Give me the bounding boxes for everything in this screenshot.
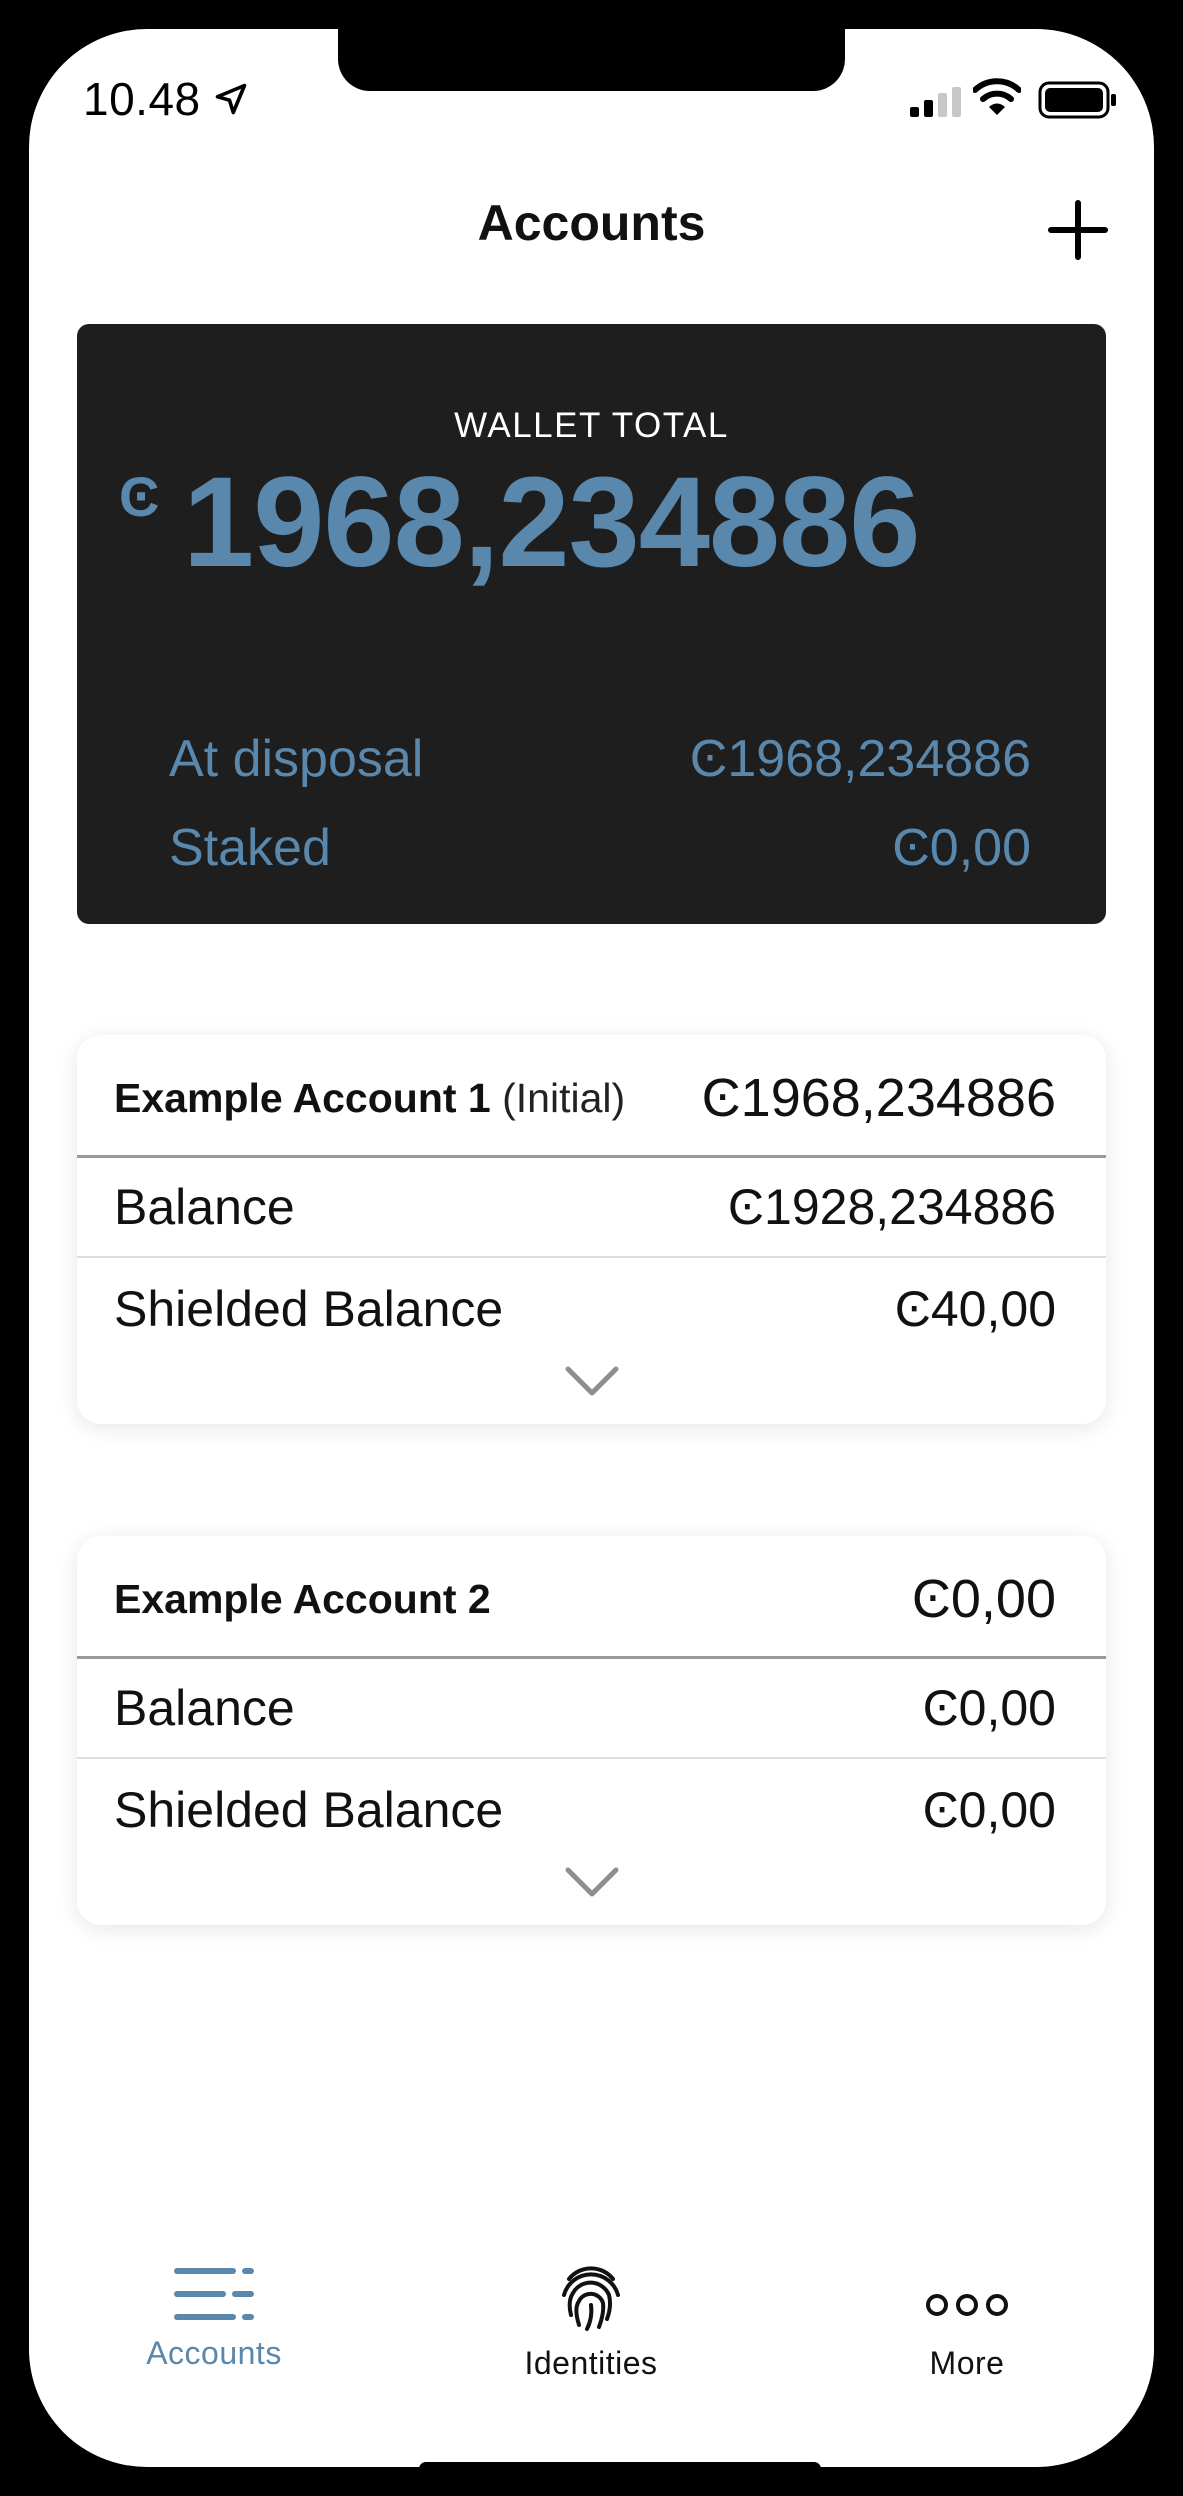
tab-more-label: More <box>929 2345 1005 2381</box>
shielded-balance-row: Shielded Balance Ͼ40,00 <box>77 1258 1106 1358</box>
chevron-down-icon[interactable] <box>564 1365 620 1397</box>
home-indicator[interactable] <box>419 2462 821 2467</box>
tab-accounts-label: Accounts <box>146 2335 282 2371</box>
cellular-signal-icon <box>910 87 961 117</box>
shielded-balance-label: Shielded Balance <box>114 1281 504 1337</box>
account-name-text: Example Account 2 <box>114 1576 491 1622</box>
staked-value: Ͼ0,00 <box>892 819 1031 877</box>
at-disposal-label: At disposal <box>169 730 424 788</box>
balance-row: Balance Ͼ0,00 <box>77 1657 1106 1759</box>
status-time: 10.48 <box>83 73 201 125</box>
account-name-text: Example Account 1 <box>114 1075 491 1121</box>
phone-screen: 10.48 Accounts WALLET TOTAL Ͼ 1968,23488… <box>29 29 1154 2467</box>
page-title: Accounts <box>477 195 706 251</box>
account-total: Ͼ1968,234886 <box>701 1068 1056 1128</box>
shielded-balance-value: Ͼ0,00 <box>922 1782 1056 1838</box>
wallet-total-card: WALLET TOTAL Ͼ 1968,234886 At disposal Ͼ… <box>77 324 1106 924</box>
tab-accounts[interactable]: Accounts <box>114 2265 314 2372</box>
balance-label: Balance <box>114 1680 295 1736</box>
account-name: Example Account 1 (Initial) <box>114 1075 625 1122</box>
balance-label: Balance <box>114 1179 295 1235</box>
shielded-balance-row: Shielded Balance Ͼ0,00 <box>77 1759 1106 1859</box>
tab-identities[interactable]: Identities <box>491 2265 691 2382</box>
wallet-row-at-disposal: At disposal Ͼ1968,234886 <box>169 729 1031 789</box>
account-card-1[interactable]: Example Account 1 (Initial) Ͼ1968,234886… <box>77 1035 1106 1424</box>
battery-icon <box>1038 81 1116 119</box>
at-disposal-value: Ͼ1968,234886 <box>689 730 1031 788</box>
wifi-icon <box>973 78 1021 115</box>
location-arrow-icon <box>215 83 247 115</box>
account-header[interactable]: Example Account 1 (Initial) Ͼ1968,234886 <box>77 1035 1106 1158</box>
account-card-2[interactable]: Example Account 2 Ͼ0,00 Balance Ͼ0,00 Sh… <box>77 1536 1106 1925</box>
tab-identities-label: Identities <box>524 2345 658 2381</box>
wallet-total-amount: 1968,234886 <box>183 451 920 594</box>
account-total: Ͼ0,00 <box>911 1569 1056 1629</box>
wallet-total-label: WALLET TOTAL <box>454 406 729 445</box>
shielded-balance-value: Ͼ40,00 <box>894 1281 1056 1337</box>
staked-label: Staked <box>169 819 331 877</box>
balance-value: Ͼ1928,234886 <box>727 1179 1056 1235</box>
add-account-button[interactable] <box>1047 199 1109 261</box>
notch <box>338 29 845 91</box>
account-tag: (Initial) <box>490 1075 626 1121</box>
more-dots-icon <box>926 2294 1008 2316</box>
shielded-balance-label: Shielded Balance <box>114 1782 504 1838</box>
account-header[interactable]: Example Account 2 Ͼ0,00 <box>77 1536 1106 1659</box>
fingerprint-icon <box>562 2266 620 2331</box>
balance-value: Ͼ0,00 <box>922 1680 1056 1736</box>
wallet-row-staked: Staked Ͼ0,00 <box>169 818 1031 878</box>
currency-symbol: Ͼ <box>119 465 160 528</box>
chevron-down-icon[interactable] <box>564 1866 620 1898</box>
tab-more[interactable]: More <box>867 2265 1067 2382</box>
account-name: Example Account 2 <box>114 1576 491 1623</box>
accounts-list-icon <box>174 2268 254 2320</box>
balance-row: Balance Ͼ1928,234886 <box>77 1156 1106 1258</box>
